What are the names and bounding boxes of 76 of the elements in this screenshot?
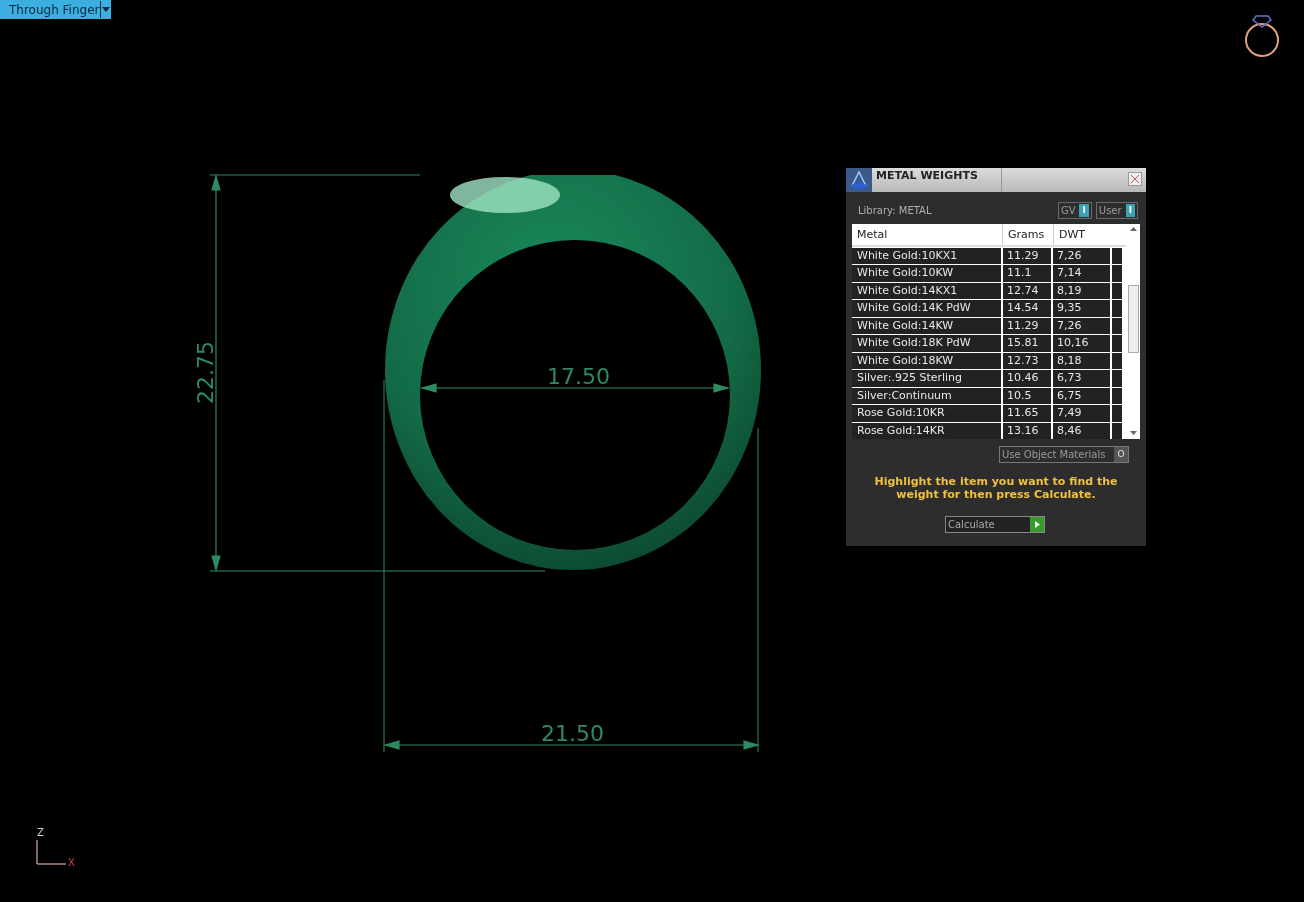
table-cell[interactable]: 6,73 [1053, 370, 1110, 387]
app-logo-icon [846, 168, 872, 192]
table-cell [1112, 282, 1122, 300]
table-cell[interactable]: Silver:Continuum [852, 387, 1001, 405]
table-cell [1112, 335, 1122, 352]
table-cell[interactable]: 7,49 [1053, 405, 1110, 422]
table-cell[interactable]: 12.73 [1003, 352, 1051, 370]
table-cell[interactable]: 11.65 [1003, 405, 1051, 422]
toggle-label: User [1098, 204, 1122, 218]
table-cell [1112, 248, 1122, 265]
checkbox-indicator: O [1114, 447, 1128, 462]
axis-label: Z [37, 827, 44, 838]
panel-title: METAL WEIGHTS [872, 168, 1002, 192]
scroll-up-icon[interactable] [1129, 227, 1137, 231]
table-cell[interactable]: White Gold:10KX1 [852, 248, 1001, 265]
table-cell [1112, 387, 1122, 405]
table-cell[interactable]: White Gold:14KX1 [852, 282, 1001, 300]
table-cell[interactable]: 8,19 [1053, 282, 1110, 300]
table-cell[interactable]: 12.74 [1003, 282, 1051, 300]
column-header[interactable]: Metal [852, 224, 1002, 245]
table-cell[interactable]: Silver:.925 Sterling [852, 370, 1001, 387]
table-cell[interactable]: 15.81 [1003, 335, 1051, 352]
table-cell[interactable]: 14.54 [1003, 300, 1051, 317]
library-label: Library: METAL [858, 204, 932, 218]
table-cell [1112, 317, 1122, 335]
table-cell[interactable]: 10.46 [1003, 370, 1051, 387]
table-cell [1112, 422, 1122, 439]
table-cell [1112, 405, 1122, 422]
table-cell[interactable]: 7,14 [1053, 265, 1110, 282]
play-icon [1030, 517, 1044, 532]
caret-icon [100, 1, 110, 18]
table-cell [1112, 370, 1122, 387]
table-cell[interactable]: 7,26 [1053, 248, 1110, 265]
table-cell[interactable]: 8,18 [1053, 352, 1110, 370]
close-icon [1131, 175, 1139, 183]
toggle-indicator: I [1125, 204, 1135, 217]
toggle-label: GV [1060, 204, 1076, 218]
axis-label: X [68, 857, 75, 868]
table-cell[interactable]: White Gold:18KW [852, 352, 1001, 370]
table-cell[interactable]: 7,26 [1053, 317, 1110, 335]
toggle-indicator: I [1079, 204, 1089, 217]
table-cell[interactable]: Rose Gold:10KR [852, 405, 1001, 422]
table-cell[interactable]: 11.29 [1003, 317, 1051, 335]
table-cell[interactable]: 11.29 [1003, 248, 1051, 265]
table-cell[interactable]: 10,16 [1053, 335, 1110, 352]
view-dropdown[interactable]: Through Finger [0, 0, 111, 19]
table-cell[interactable]: White Gold:14K PdW [852, 300, 1001, 317]
use-object-materials-toggle[interactable]: Use Object Materials O [999, 446, 1129, 463]
table-cell[interactable]: White Gold:14KW [852, 317, 1001, 335]
table-cell[interactable]: White Gold:10KW [852, 265, 1001, 282]
table-cell [1112, 300, 1122, 317]
table-cell[interactable]: 13.16 [1003, 422, 1051, 439]
dimension-label: 22.75 [193, 341, 218, 404]
ring-view-icon [1245, 15, 1279, 57]
scroll-down-icon[interactable] [1129, 431, 1137, 435]
table-cell[interactable]: Rose Gold:14KR [852, 422, 1001, 439]
column-header[interactable]: Grams [1002, 224, 1053, 245]
instruction-text: Highlight the item you want to find the weight for then press Calculate. [873, 475, 1119, 501]
toggle-button[interactable]: GV I [1057, 202, 1092, 219]
calculate-button[interactable]: Calculate [945, 516, 1045, 533]
column-header[interactable]: DWT [1053, 224, 1112, 245]
table-cell[interactable]: 11.1 [1003, 265, 1051, 282]
toggle-button[interactable]: User I [1095, 202, 1138, 219]
dimension-label: 21.50 [541, 721, 604, 746]
scrollbar-thumb[interactable] [1127, 285, 1139, 353]
table-cell [1112, 265, 1122, 282]
close-button[interactable] [1128, 172, 1142, 186]
table-cell[interactable]: 8,46 [1053, 422, 1110, 439]
table-cell [1112, 352, 1122, 370]
table-cell[interactable]: 9,35 [1053, 300, 1110, 317]
table-cell[interactable]: 10.5 [1003, 387, 1051, 405]
dimension-label: 17.50 [547, 364, 610, 389]
table-cell[interactable]: 6,75 [1053, 387, 1110, 405]
axis-indicator-icon [36, 839, 67, 865]
dropdown-value: Through Finger [9, 1, 100, 19]
table-cell[interactable]: White Gold:18K PdW [852, 335, 1001, 352]
